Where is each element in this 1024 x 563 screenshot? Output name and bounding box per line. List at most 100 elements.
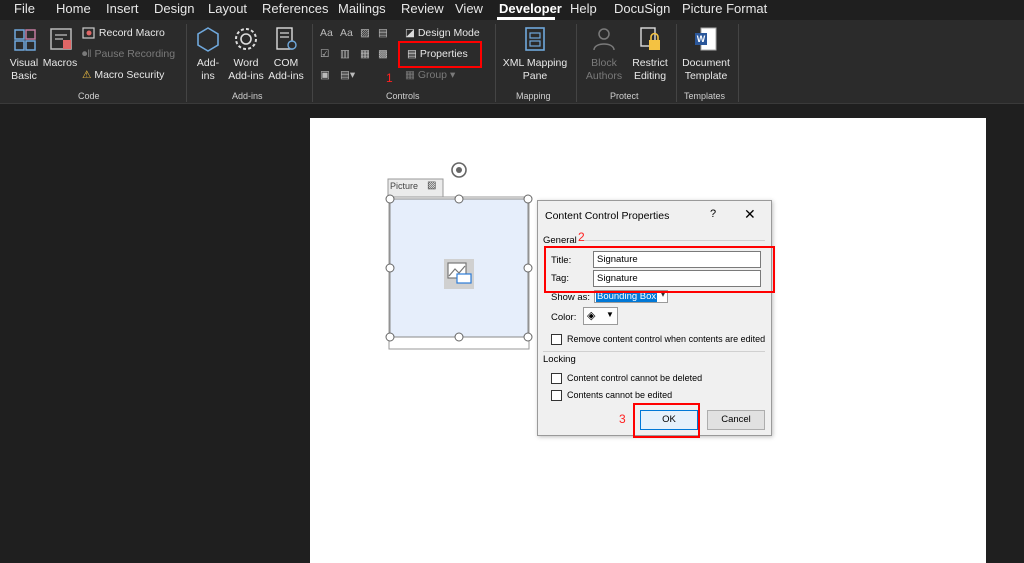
color-picker-button[interactable]: ◈ ▼ xyxy=(583,307,618,325)
legacy-tools-icon: ▤▾ xyxy=(340,69,356,81)
repeating-section-icon: ▣ xyxy=(320,69,330,81)
highlight-title-tag xyxy=(544,246,775,293)
block-authors-label-2: Authors xyxy=(585,70,623,82)
word-add-ins-label-1: Word xyxy=(233,57,259,69)
controls-group-label: Controls xyxy=(386,91,420,101)
legacy-tools-button[interactable]: ▤▾ xyxy=(340,66,355,84)
cancel-button[interactable]: Cancel xyxy=(707,410,765,430)
tab-home[interactable]: Home xyxy=(56,1,91,16)
combo-box-control-button[interactable]: ▥ xyxy=(340,45,350,63)
record-macro-icon xyxy=(82,27,95,39)
gear-icon xyxy=(235,28,257,50)
word-add-ins-button[interactable]: Word Add-ins xyxy=(226,24,266,86)
dropdown-control-button[interactable]: ▦ xyxy=(360,45,370,63)
design-mode-button[interactable]: ◪ Design Mode xyxy=(405,24,480,42)
plain-text-control-button[interactable]: Aa xyxy=(340,24,353,42)
document-template-button[interactable]: W Document Template xyxy=(680,24,732,86)
warning-icon: ⚠ xyxy=(82,69,92,81)
plain-text-icon: Aa xyxy=(340,27,353,39)
separator xyxy=(186,24,187,102)
picture-icon: ▨ xyxy=(360,27,370,39)
code-group-label: Code xyxy=(78,91,100,101)
picture-control-button[interactable]: ▨ xyxy=(360,24,370,42)
color-label: Color: xyxy=(551,312,577,323)
picture-insert-icon[interactable]: ▨ xyxy=(427,180,436,191)
remove-when-edited-checkbox[interactable] xyxy=(551,334,562,345)
close-icon[interactable]: ✕ xyxy=(744,206,756,223)
group-icon: ▦ xyxy=(405,69,415,81)
add-ins-label-2: ins xyxy=(201,70,215,82)
com-add-ins-icon xyxy=(276,27,297,50)
restrict-editing-label-1: Restrict xyxy=(632,57,668,69)
protect-group-label: Protect xyxy=(610,91,639,101)
cannot-edit-checkbox[interactable] xyxy=(551,390,562,401)
tab-insert[interactable]: Insert xyxy=(106,1,139,16)
macros-label: Macros xyxy=(42,57,78,69)
tab-developer[interactable]: Developer xyxy=(499,1,562,16)
word-document-icon: W xyxy=(695,27,717,51)
add-ins-group-label: Add-ins xyxy=(232,91,263,101)
section-divider xyxy=(582,240,765,241)
tab-mailings[interactable]: Mailings xyxy=(338,1,386,16)
xml-mapping-pane-button[interactable]: XML Mapping Pane xyxy=(500,24,570,86)
record-macro-button[interactable]: Record Macro xyxy=(82,24,165,42)
building-block-control-button[interactable]: ▤ xyxy=(378,24,388,42)
tab-picture-format[interactable]: Picture Format xyxy=(682,1,767,16)
add-ins-button[interactable]: Add- ins xyxy=(190,24,226,86)
cannot-delete-checkbox[interactable] xyxy=(551,373,562,384)
separator xyxy=(495,24,496,102)
tab-file[interactable]: File xyxy=(14,1,35,16)
word-add-ins-label-2: Add-ins xyxy=(228,70,264,82)
tab-view[interactable]: View xyxy=(455,1,483,16)
document-template-label-2: Template xyxy=(684,70,728,82)
rich-text-icon: Aa xyxy=(320,27,333,39)
show-as-label: Show as: xyxy=(551,292,591,303)
tab-design[interactable]: Design xyxy=(154,1,194,16)
checkbox-control-button[interactable]: ☑ xyxy=(320,45,329,63)
combo-box-icon: ▥ xyxy=(340,48,350,60)
visual-basic-button[interactable]: Visual Basic xyxy=(4,24,44,86)
tab-references[interactable]: References xyxy=(262,1,328,16)
calendar-icon: ▩ xyxy=(378,48,388,60)
xml-mapping-icon xyxy=(525,27,545,51)
rich-text-control-button[interactable]: Aa xyxy=(320,24,333,42)
section-divider xyxy=(543,351,765,352)
tab-layout[interactable]: Layout xyxy=(208,1,247,16)
step-2-marker: 2 xyxy=(578,230,585,244)
separator xyxy=(576,24,577,102)
mapping-group-label: Mapping xyxy=(516,91,551,101)
general-section-label: General xyxy=(543,235,577,246)
remove-when-edited-label: Remove content control when contents are… xyxy=(567,334,766,344)
separator xyxy=(312,24,313,102)
tab-docusign[interactable]: DocuSign xyxy=(614,1,670,16)
design-mode-label: Design Mode xyxy=(417,27,480,39)
help-icon[interactable]: ? xyxy=(710,208,716,220)
building-block-icon: ▤ xyxy=(378,27,388,39)
macros-button[interactable]: Macros xyxy=(42,24,78,86)
lock-icon xyxy=(640,27,660,50)
user-icon xyxy=(593,28,615,51)
pause-recording-button[interactable]: ⏺‖ Pause Recording xyxy=(82,45,175,63)
xml-mapping-label-1: XML Mapping xyxy=(502,57,568,69)
group-button[interactable]: ▦ Group ▾ xyxy=(405,66,455,84)
picture-control-tag: Picture xyxy=(390,181,419,191)
date-picker-control-button[interactable]: ▩ xyxy=(378,45,388,63)
block-authors-label-1: Block xyxy=(591,57,617,69)
group-label: Group xyxy=(417,69,448,81)
macro-security-button[interactable]: ⚠ Macro Security xyxy=(82,66,164,84)
document-template-label-1: Document xyxy=(682,57,730,69)
repeating-section-control-button[interactable]: ▣ xyxy=(320,66,330,84)
highlight-ok xyxy=(633,403,700,438)
paint-bucket-icon: ◈ xyxy=(587,310,596,322)
restrict-editing-button[interactable]: Restrict Editing xyxy=(628,24,672,86)
com-add-ins-label-1: COM xyxy=(273,57,299,69)
pause-icon: ⏺‖ xyxy=(82,48,92,60)
separator xyxy=(738,24,739,102)
tab-help[interactable]: Help xyxy=(570,1,597,16)
tab-review[interactable]: Review xyxy=(401,1,444,16)
chevron-down-icon: ▼ xyxy=(606,310,614,319)
separator xyxy=(676,24,677,102)
block-authors-button[interactable]: Block Authors xyxy=(582,24,626,86)
dropdown-list-icon: ▦ xyxy=(360,48,370,60)
com-add-ins-button[interactable]: COM Add-ins xyxy=(266,24,306,86)
